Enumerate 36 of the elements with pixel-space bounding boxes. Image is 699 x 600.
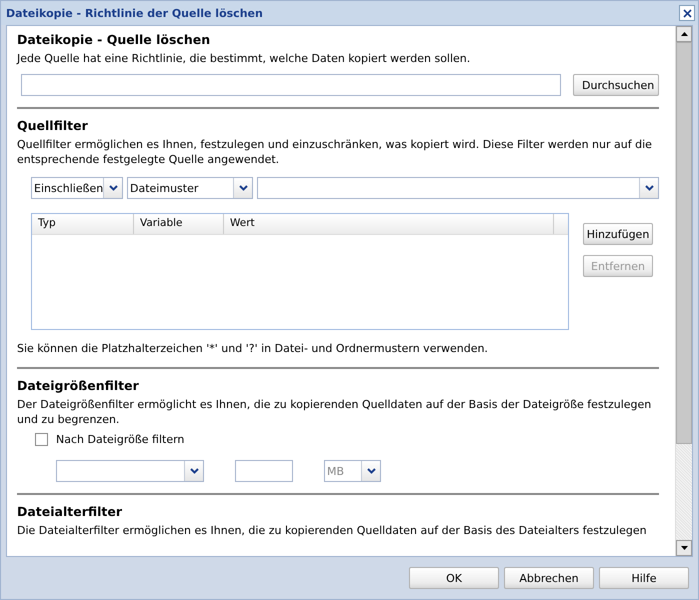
- chevron-down-icon: [108, 185, 118, 191]
- section-description: Die Dateialterfilter ermöglichen es Ihnen, die zu kopierenden Quelldaten auf der Basis des Dateialters festzulegen: [17, 523, 648, 538]
- scroll-up-icon: [680, 32, 688, 36]
- chevron-down-icon: [238, 185, 248, 191]
- size-value-field[interactable]: [235, 460, 293, 482]
- section-description: Jede Quelle hat eine Richtlinie, die bestimmt, welche Daten kopiert werden sollen.: [17, 51, 472, 66]
- chevron-down-icon: [190, 468, 198, 474]
- pattern-dropdown[interactable]: [257, 177, 659, 199]
- section-heading: Dateikopie - Quelle löschen: [17, 31, 212, 49]
- dialog-button[interactable]: Abbrechen: [504, 567, 594, 589]
- column-header[interactable]: Wert: [224, 214, 554, 234]
- section-heading: Quellfilter: [17, 117, 89, 135]
- column-header[interactable]: Variable: [134, 214, 224, 234]
- type-dropdown[interactable]: Dateimuster: [127, 177, 253, 199]
- browse-button[interactable]: Durchsuchen: [573, 74, 659, 96]
- window-title: Dateikopie - Richtlinie der Quelle löschen: [6, 6, 263, 20]
- column-header[interactable]: Typ: [32, 214, 134, 234]
- checkbox-label: Nach Dateigröße filtern: [56, 433, 184, 446]
- dialog-button[interactable]: OK: [409, 567, 499, 589]
- section-heading: Dateigrößenfilter: [17, 377, 140, 395]
- section-description: Der Dateigrößenfilter ermöglicht es Ihnen, die zu kopierenden Quelldaten auf der Basis der Dateigröße festzulegen und zu begrenzen.: [17, 397, 652, 427]
- hint-text: Sie können die Platzhalterzeichen '*' und '?' in Datei- und Ordnermustern verwenden.: [17, 341, 489, 356]
- comparison-dropdown[interactable]: [56, 460, 204, 482]
- chevron-down-icon: [366, 468, 376, 474]
- section-description: Quellfilter ermöglichen es Ihnen, festzulegen und einzuschränken, was kopiert wird. Diese Filter werden nur auf die entsprechende festgelegte Quelle angewendet.: [17, 137, 653, 167]
- scrollbar[interactable]: [675, 26, 692, 556]
- scroll-down-icon: [680, 546, 688, 550]
- table-action-button[interactable]: Hinzufügen: [583, 223, 653, 245]
- dialog-button[interactable]: Hilfe: [599, 567, 689, 589]
- section-heading: Dateialterfilter: [17, 503, 124, 521]
- close-icon: [682, 8, 692, 18]
- source-path-field[interactable]: [21, 74, 561, 96]
- close-button[interactable]: [679, 5, 695, 21]
- scroll-thumb[interactable]: [676, 42, 692, 444]
- chevron-down-icon: [644, 185, 654, 191]
- include-dropdown[interactable]: Einschließen: [31, 177, 123, 199]
